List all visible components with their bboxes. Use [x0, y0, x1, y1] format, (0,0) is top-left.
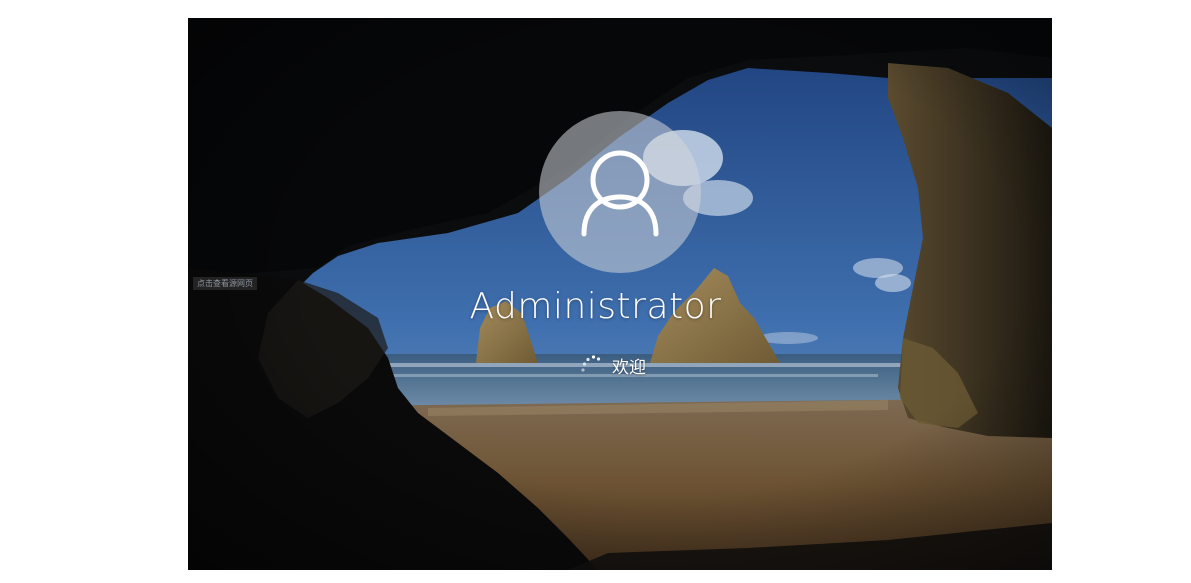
user-silhouette-icon	[581, 150, 659, 237]
username: Administrator	[469, 286, 722, 327]
user-avatar	[539, 111, 701, 273]
loading-dots-icon	[581, 355, 601, 372]
signin-status: 欢迎	[580, 352, 646, 378]
status-text: 欢迎	[612, 357, 646, 378]
